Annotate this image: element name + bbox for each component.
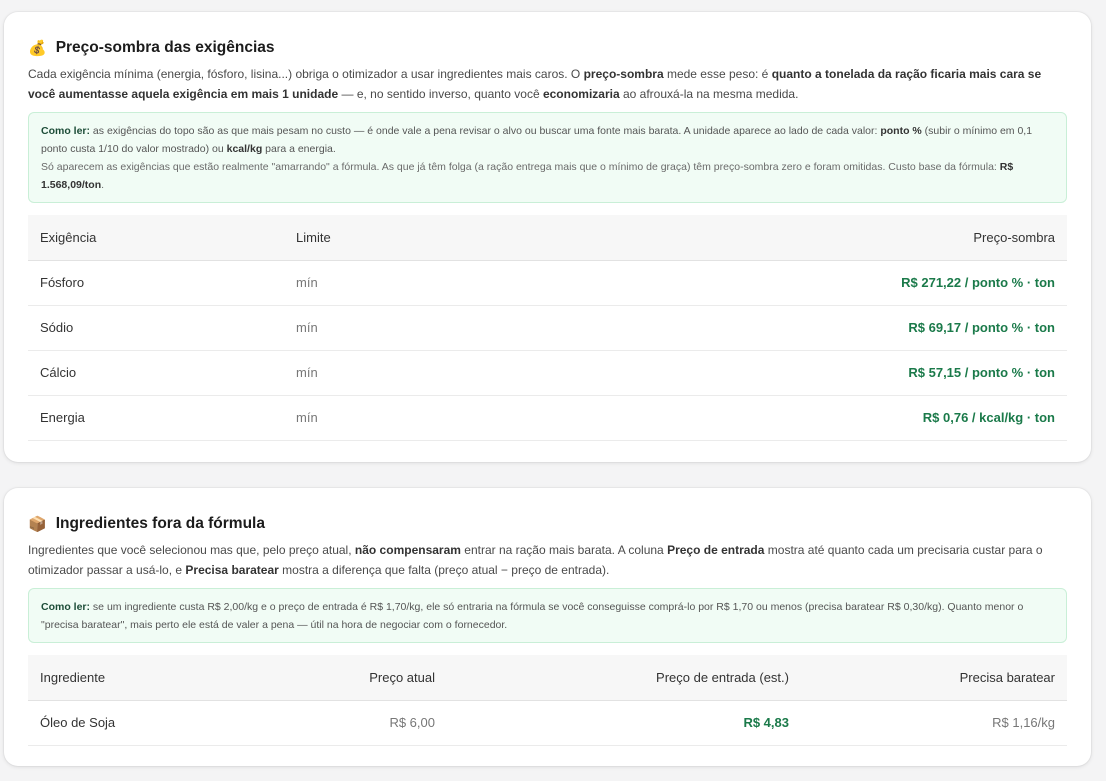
tip-text: as exigências do topo são as que mais pe… — [90, 125, 881, 137]
tip-text: para a energia. — [262, 143, 336, 155]
excluded-ingredients-tip: Como ler: se um ingrediente custa R$ 2,0… — [28, 588, 1067, 643]
requirement-name: Energia — [28, 395, 284, 441]
table-header-row: Ingrediente Preço atual Preço de entrada… — [28, 655, 1067, 701]
desc-text: mostra a diferença que falta (preço atua… — [278, 562, 610, 577]
table-row: Cálcio mín R$ 57,15 / ponto % · ton — [28, 350, 1067, 396]
shadow-price-title-text: Preço-sombra das exigências — [55, 39, 275, 56]
tip-bold: kcal/kg — [226, 143, 263, 155]
shadow-price-description: Cada exigência mínima (energia, fósforo,… — [28, 65, 1067, 104]
col-entry-price: Preço de entrada (est.) — [447, 655, 801, 701]
shadow-price-title: 💰 Preço-sombra das exigências — [28, 38, 1067, 58]
tip-bold: ponto % — [880, 125, 922, 137]
tip-label: Como ler: — [41, 125, 91, 137]
requirement-limit: mín — [284, 305, 479, 351]
requirement-shadow-price: R$ 57,15 / ponto % · ton — [478, 350, 1067, 396]
requirement-shadow-price: R$ 271,22 / ponto % · ton — [478, 260, 1067, 306]
table-row: Energia mín R$ 0,76 / kcal/kg · ton — [28, 395, 1067, 441]
desc-text: entrar na ração mais barata. A coluna — [460, 543, 668, 557]
col-limit: Limite — [284, 215, 479, 261]
table-row: Sódio mín R$ 69,17 / ponto % · ton — [28, 305, 1067, 351]
requirement-limit: mín — [284, 350, 479, 396]
desc-bold: Preço de entrada — [667, 543, 765, 557]
package-icon: 📦 — [28, 515, 47, 533]
ingredient-needs-discount: R$ 1,16/kg — [801, 700, 1067, 746]
excluded-ingredients-card: 📦 Ingredientes fora da fórmula Ingredien… — [4, 488, 1091, 766]
shadow-price-table: Exigência Limite Preço-sombra Fósforo mí… — [28, 215, 1067, 441]
desc-bold: Precisa baratear — [185, 562, 279, 577]
tip-note-text: Só aparecem as exigências que estão real… — [41, 161, 1000, 173]
desc-text: Cada exigência mínima (energia, fósforo,… — [28, 67, 584, 81]
col-shadow-price: Preço-sombra — [478, 215, 1067, 261]
table-header-row: Exigência Limite Preço-sombra — [28, 215, 1067, 261]
excluded-ingredients-title: 📦 Ingredientes fora da fórmula — [28, 514, 1067, 534]
col-ingredient: Ingrediente — [28, 655, 300, 701]
tip-text: se um ingrediente custa R$ 2,00/kg e o p… — [41, 601, 1024, 631]
desc-bold: não compensaram — [354, 543, 461, 557]
excluded-ingredients-description: Ingredientes que você selecionou mas que… — [28, 541, 1067, 580]
tip-note: Só aparecem as exigências que estão real… — [41, 158, 1054, 194]
ingredient-name: Óleo de Soja — [28, 700, 300, 746]
table-row: Fósforo mín R$ 271,22 / ponto % · ton — [28, 260, 1067, 306]
ingredient-current-price: R$ 6,00 — [300, 700, 447, 746]
tip-note-text: . — [101, 179, 105, 191]
excluded-ingredients-table: Ingrediente Preço atual Preço de entrada… — [28, 655, 1067, 746]
ingredient-entry-price: R$ 4,83 — [447, 700, 801, 746]
desc-text: Ingredientes que você selecionou mas que… — [28, 543, 355, 557]
desc-bold: economizaria — [542, 86, 620, 101]
shadow-price-card: 💰 Preço-sombra das exigências Cada exigê… — [4, 12, 1091, 462]
requirement-name: Sódio — [28, 305, 284, 351]
table-row: Óleo de Soja R$ 6,00 R$ 4,83 R$ 1,16/kg — [28, 700, 1067, 746]
desc-bold: preço-sombra — [583, 67, 664, 81]
desc-text: ao afrouxá-la na mesma medida. — [619, 86, 799, 101]
requirement-shadow-price: R$ 69,17 / ponto % · ton — [478, 305, 1067, 351]
col-requirement: Exigência — [28, 215, 284, 261]
excluded-ingredients-title-text: Ingredientes fora da fórmula — [55, 515, 265, 532]
col-needs-discount: Precisa baratear — [801, 655, 1067, 701]
money-bag-icon: 💰 — [28, 39, 47, 57]
tip-label: Como ler: — [41, 601, 91, 613]
requirement-name: Cálcio — [28, 350, 284, 396]
desc-text: — e, no sentido inverso, quanto você — [338, 86, 543, 101]
desc-text: mede esse peso: é — [663, 67, 772, 81]
col-current-price: Preço atual — [300, 655, 447, 701]
shadow-price-tip: Como ler: as exigências do topo são as q… — [28, 112, 1067, 203]
requirement-limit: mín — [284, 260, 479, 306]
requirement-limit: mín — [284, 395, 479, 441]
requirement-name: Fósforo — [28, 260, 284, 306]
requirement-shadow-price: R$ 0,76 / kcal/kg · ton — [478, 395, 1067, 441]
